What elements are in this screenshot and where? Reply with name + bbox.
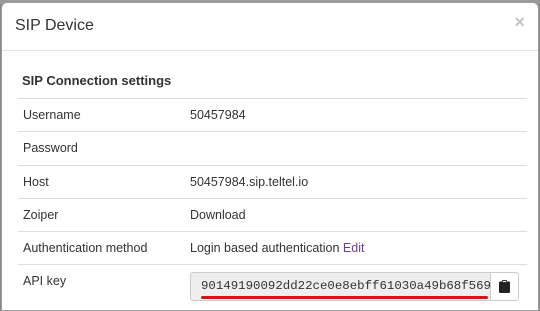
- close-icon[interactable]: ×: [514, 13, 525, 31]
- section-title: SIP Connection settings: [22, 73, 172, 88]
- auth-method-value: Login based authentication: [190, 241, 340, 256]
- row-authentication-method: Authentication method Login based authen…: [18, 231, 527, 264]
- row-username: Username 50457984: [18, 98, 527, 131]
- settings-table: Username 50457984 Password Host 50457984…: [18, 98, 527, 308]
- sip-device-dialog: SIP Device × SIP Connection settings Use…: [1, 2, 539, 311]
- zoiper-label: Zoiper: [23, 207, 59, 222]
- host-value: 50457984.sip.teltel.io: [190, 174, 309, 189]
- download-link[interactable]: Download: [190, 208, 246, 222]
- row-host: Host 50457984.sip.teltel.io: [18, 164, 527, 198]
- row-zoiper: Zoiper Download: [18, 197, 527, 231]
- dialog-title: SIP Device: [15, 17, 94, 34]
- password-label: Password: [23, 141, 78, 156]
- row-password: Password: [18, 131, 527, 164]
- clipboard-icon: [499, 280, 510, 294]
- edit-auth-link[interactable]: Edit: [343, 241, 365, 255]
- auth-method-value-group: Login based authentication Edit: [190, 241, 364, 255]
- copy-api-key-button[interactable]: [490, 272, 519, 302]
- api-key-label: API key: [23, 274, 67, 289]
- username-label: Username: [23, 108, 81, 122]
- row-api-key: API key 90149190092dd22ce0e8ebff61030a49…: [18, 264, 527, 308]
- dialog-header: SIP Device ×: [2, 3, 538, 51]
- auth-method-label: Authentication method: [23, 241, 148, 256]
- username-value: 50457984: [190, 108, 246, 122]
- host-label: Host: [23, 174, 49, 189]
